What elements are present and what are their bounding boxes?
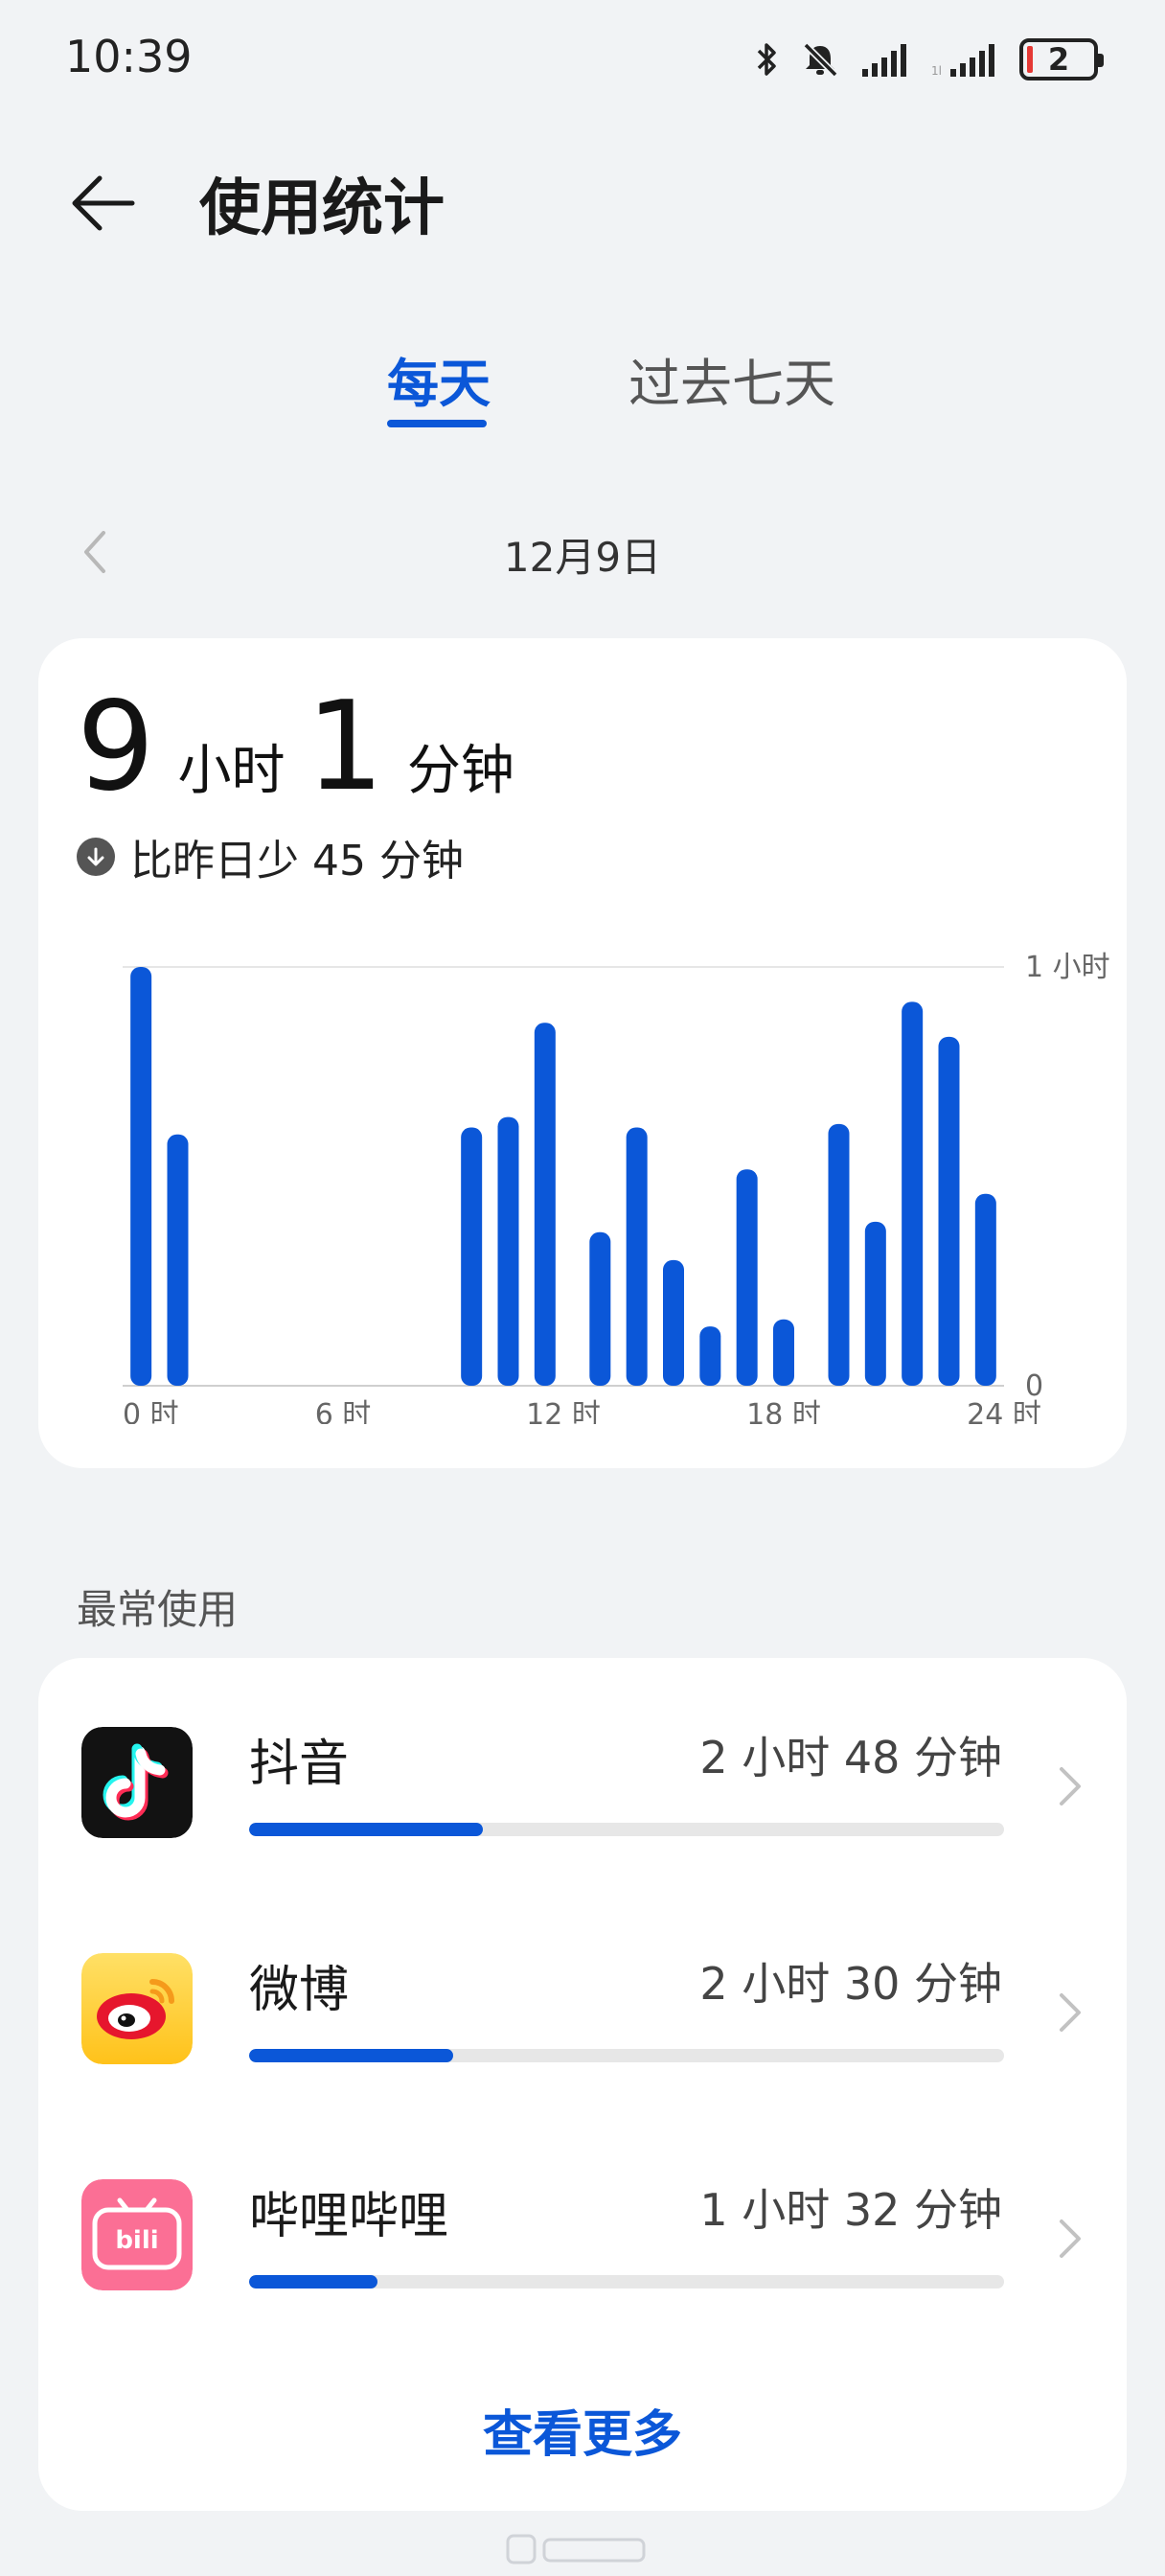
date-label: 12月9日 [503, 534, 662, 581]
see-more-button[interactable]: 查看更多 [38, 2394, 1127, 2466]
chevron-right-icon [1060, 2220, 1081, 2258]
x-tick-label: 6 时 [315, 1398, 372, 1424]
app-row-bilibili[interactable]: bili 哔哩哔哩 1 小时 32 分钟 [38, 2110, 1127, 2336]
app-row-douyin[interactable]: 抖音 2 小时 48 分钟 [38, 1658, 1127, 1884]
douyin-icon [81, 1727, 193, 1838]
status-bar: 10:39 1l 2 [0, 0, 1165, 115]
app-usage-bar [249, 1823, 1004, 1836]
app-usage-bar-fill [249, 2275, 377, 2288]
most-used-card: 抖音 2 小时 48 分钟 微博 2 小时 30 分钟 bili 哔哩哔哩 1 … [38, 1658, 1127, 2511]
compare-yesterday: 比昨日少 45 分钟 [77, 826, 464, 887]
app-name: 哔哩哔哩 [249, 2188, 449, 2245]
svg-text:1l: 1l [931, 64, 942, 78]
chart-bar-hour-18 [773, 1319, 794, 1386]
app-usage-time: 1 小时 32 分钟 [699, 2184, 1002, 2236]
chevron-right-icon [1060, 1767, 1081, 1806]
chart-bar-hour-17 [736, 1169, 758, 1386]
total-usage-time: 9 小时 1 分钟 [77, 686, 536, 809]
usage-summary-card: 9 小时 1 分钟 比昨日少 45 分钟 0 时6 时 12 时 18 时 24 时1… [38, 638, 1127, 1468]
app-name: 抖音 [249, 1736, 350, 1793]
chart-bar-hour-11.5 [534, 1023, 556, 1386]
chart-bar-hour-22.5 [938, 1036, 960, 1386]
y-tick-label: 1 小时 [1025, 951, 1110, 984]
chart-bar-hour-10.5 [497, 1116, 519, 1386]
chevron-right-icon [1060, 1993, 1081, 2032]
app-usage-time: 2 小时 30 分钟 [699, 1958, 1002, 2010]
back-button[interactable] [67, 163, 163, 243]
mute-icon [803, 42, 838, 78]
battery-low-indicator [1027, 46, 1033, 73]
app-usage-bar [249, 2275, 1004, 2288]
app-name: 微博 [249, 1962, 350, 2019]
svg-text:bili: bili [115, 2226, 158, 2255]
hourly-usage-chart: 0 时6 时 12 时 18 时 24 时1 小时0 [123, 951, 1110, 1424]
app-usage-bar-fill [249, 1823, 484, 1836]
tab-daily[interactable]: 每天 [387, 341, 491, 417]
watermark-logo [506, 2530, 650, 2576]
arrow-down-circle-icon [77, 838, 115, 876]
bilibili-icon: bili [81, 2179, 193, 2290]
app-row-weibo[interactable]: 微博 2 小时 30 分钟 [38, 1884, 1127, 2110]
chevron-left-icon [84, 531, 105, 573]
minutes-unit: 分钟 [406, 740, 514, 802]
chart-bar-hour-15 [663, 1259, 684, 1386]
chart-bar-hour-1.5 [167, 1134, 189, 1386]
weibo-icon [81, 1953, 193, 2064]
compare-text: 比昨日少 45 分钟 [130, 837, 464, 886]
app-usage-time: 2 小时 48 分钟 [699, 1732, 1002, 1783]
most-used-label: 最常使用 [77, 1586, 239, 1633]
y-tick-label: 0 [1025, 1369, 1043, 1403]
total-minutes: 1 [306, 676, 384, 818]
app-usage-bar-fill [249, 2049, 453, 2062]
x-tick-label: 18 时 [746, 1398, 821, 1424]
signal-icon-2: 1l [931, 44, 994, 78]
previous-date-button[interactable] [77, 525, 115, 579]
battery-level: 2 [1047, 41, 1070, 78]
chart-bar-hour-9.5 [461, 1127, 483, 1386]
hours-unit: 小时 [177, 740, 286, 802]
status-icons: 1l 2 [755, 36, 1104, 82]
page-title: 使用统计 [199, 173, 445, 244]
back-arrow-icon [72, 175, 135, 231]
chart-bar-hour-13 [589, 1231, 611, 1386]
tab-active-indicator [387, 420, 487, 427]
chart-bar-hour-23.5 [974, 1193, 996, 1386]
x-tick-label: 12 时 [526, 1398, 601, 1424]
app-usage-bar [249, 2049, 1004, 2062]
bluetooth-icon [757, 43, 776, 76]
signal-icon [862, 44, 906, 77]
chart-bar-hour-21.5 [902, 1001, 924, 1386]
battery-icon: 2 [1019, 38, 1104, 80]
total-hours: 9 [77, 676, 155, 818]
tab-past-seven-days[interactable]: 过去七天 [628, 341, 835, 417]
x-tick-label: 0 时 [123, 1398, 179, 1424]
chart-bar-hour-16 [699, 1326, 721, 1386]
chart-bar-hour-19.5 [828, 1123, 850, 1386]
status-time: 10:39 [65, 31, 193, 82]
chart-bar-hour-14 [626, 1127, 648, 1386]
chart-bar-hour-20.5 [864, 1221, 886, 1386]
chart-bar-hour-0.5 [130, 967, 152, 1386]
